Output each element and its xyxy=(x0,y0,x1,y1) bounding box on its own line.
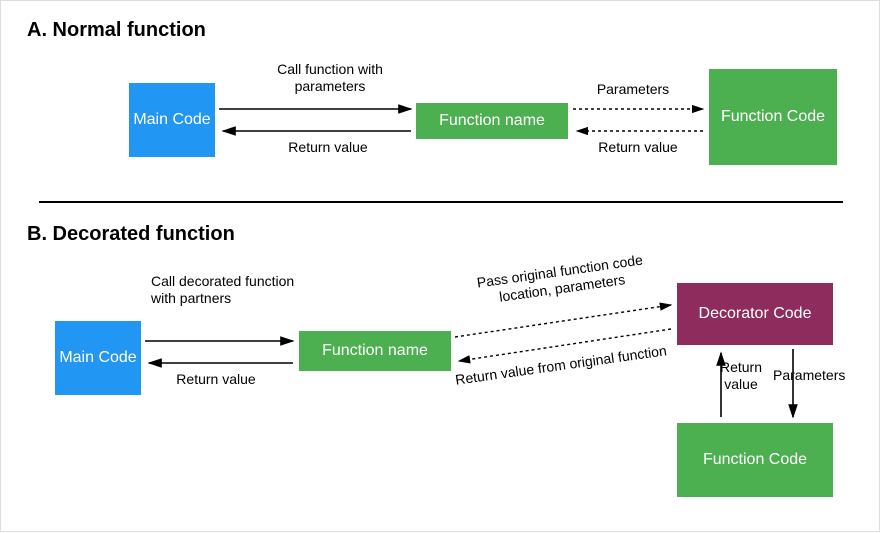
box-a-function-name: Function name xyxy=(416,103,568,139)
diagram-canvas: A. Normal function Main Code Function na… xyxy=(0,0,880,532)
box-b-function-code: Function Code xyxy=(677,423,833,497)
box-b-function-name-label: Function name xyxy=(322,341,428,360)
section-a-title: A. Normal function xyxy=(27,19,206,42)
section-b-title: B. Decorated function xyxy=(27,223,235,246)
label-a-params: Parameters xyxy=(583,81,683,98)
box-b-decorator-code: Decorator Code xyxy=(677,283,833,345)
label-b-return-original: Return value from original function xyxy=(451,342,671,389)
box-a-main-code-label: Main Code xyxy=(133,110,210,129)
label-b-return: Return value xyxy=(161,371,271,388)
box-b-main-code-label: Main Code xyxy=(59,348,136,367)
box-b-main-code: Main Code xyxy=(55,321,141,395)
label-b-parameters: Parameters xyxy=(773,367,853,384)
box-b-function-name: Function name xyxy=(299,331,451,371)
box-b-decorator-code-label: Decorator Code xyxy=(699,304,812,323)
box-b-function-code-label: Function Code xyxy=(703,450,807,469)
section-divider xyxy=(39,201,843,203)
label-b-pass: Pass original function code location, pa… xyxy=(450,248,673,312)
box-a-function-name-label: Function name xyxy=(439,111,545,130)
box-a-function-code: Function Code xyxy=(709,69,837,165)
label-b-call: Call decorated function with partners xyxy=(151,273,301,307)
box-a-function-code-label: Function Code xyxy=(721,107,825,126)
label-b-return-value: Return value xyxy=(711,359,771,393)
box-a-main-code: Main Code xyxy=(129,83,215,157)
label-a-call: Call function with parameters xyxy=(255,61,405,95)
label-a-return2: Return value xyxy=(583,139,693,156)
label-a-return: Return value xyxy=(273,139,383,156)
